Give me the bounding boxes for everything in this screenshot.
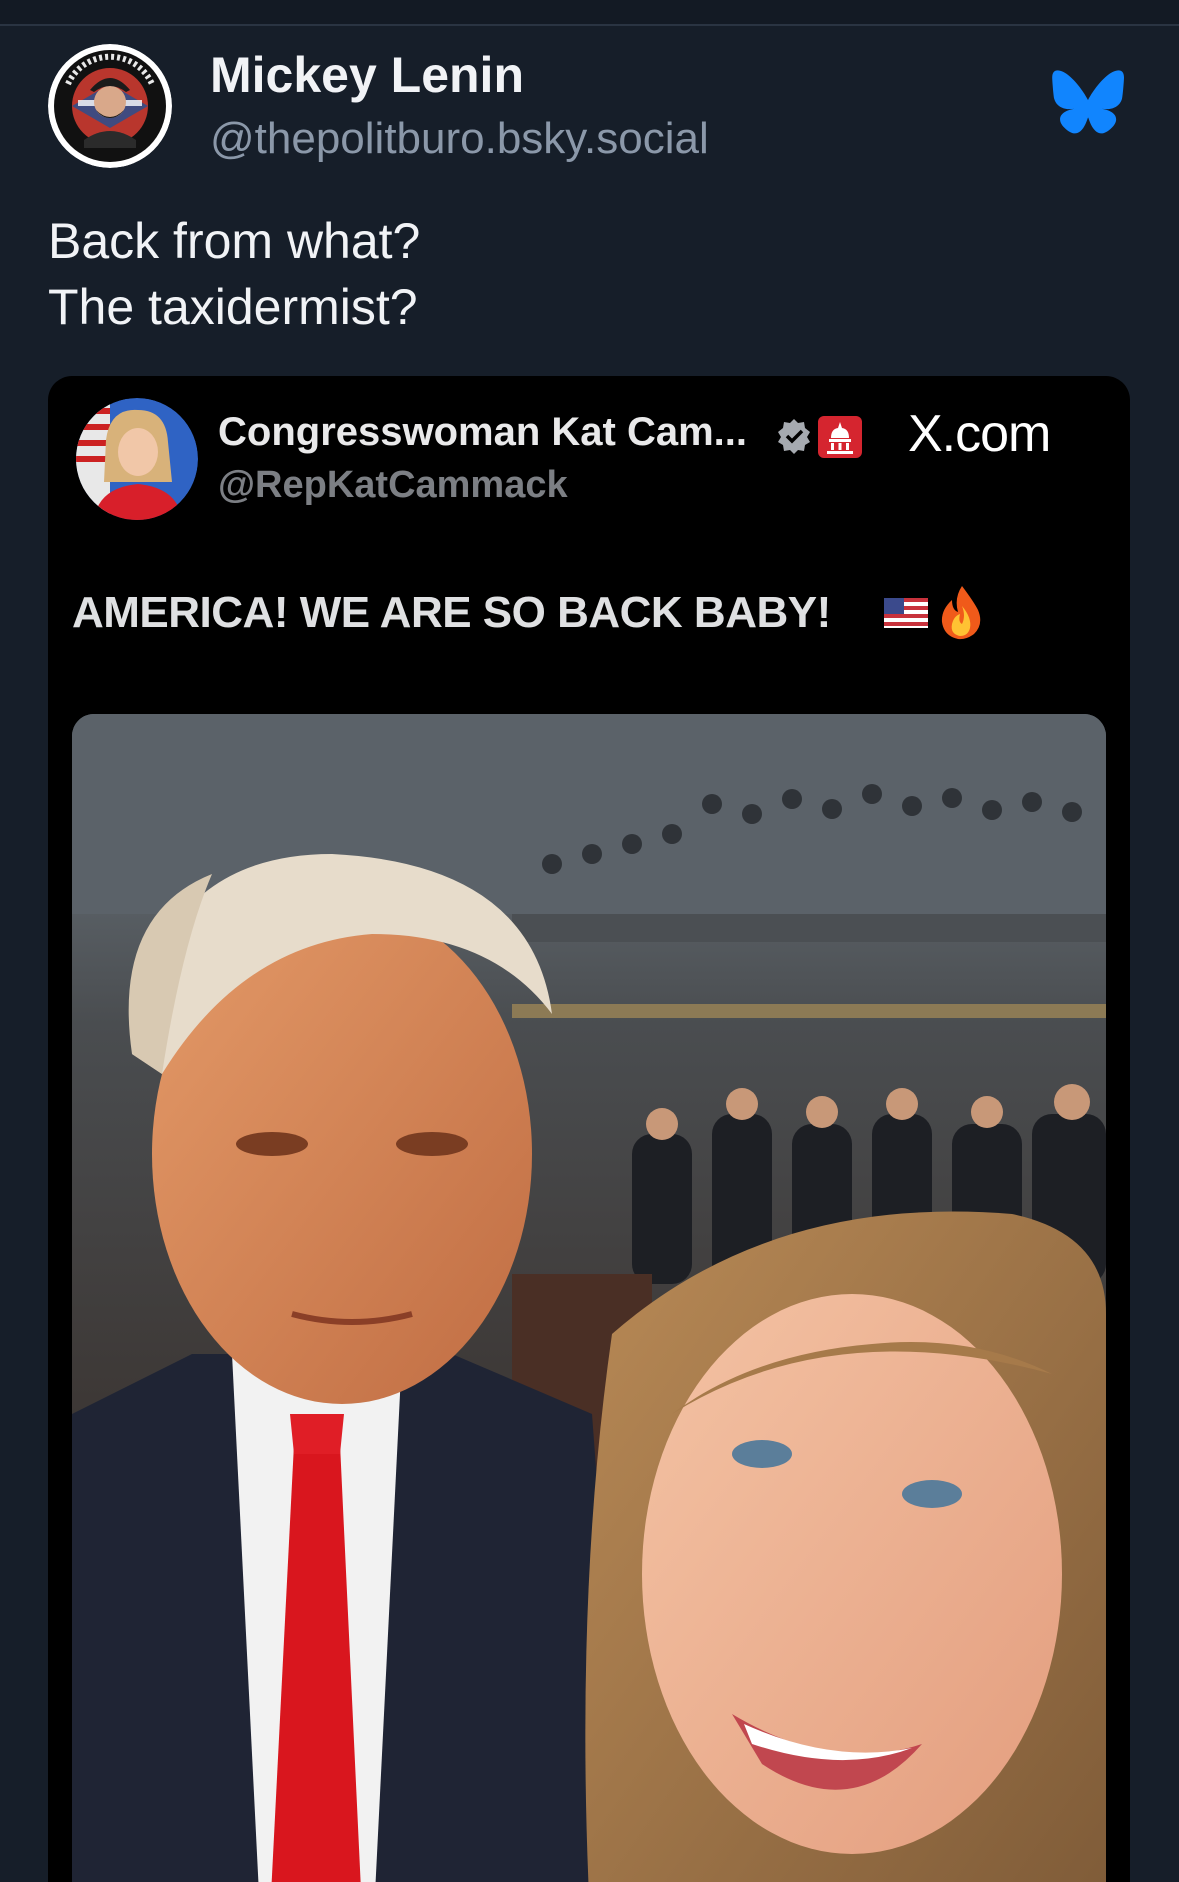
selfie-photo[interactable]: [72, 714, 1106, 1882]
avatar-image: [48, 44, 172, 168]
verified-badge-icon: [776, 418, 812, 454]
post-text: Back from what? The taxidermist?: [48, 208, 420, 340]
post-text-line-2: The taxidermist?: [48, 279, 418, 335]
author-name[interactable]: Mickey Lenin: [210, 46, 524, 104]
source-label: X.com: [908, 405, 1051, 463]
embed-author-name: Congresswoman Kat Cam...: [218, 410, 748, 454]
embed-post-text: AMERICA! WE ARE SO BACK BABY!: [72, 588, 831, 637]
embedded-screenshot[interactable]: Congresswoman Kat Cam... X.com @RepKatCa…: [48, 376, 1130, 1882]
post-text-line-1: Back from what?: [48, 213, 421, 269]
bluesky-post-view: Mickey Lenin @thepolitburo.bsky.social B…: [0, 0, 1179, 1882]
embed-author-avatar: [76, 398, 198, 520]
author-handle[interactable]: @thepolitburo.bsky.social: [210, 114, 709, 164]
top-divider: [0, 0, 1179, 26]
embed-author-handle: @RepKatCammack: [218, 464, 568, 506]
bluesky-butterfly-icon[interactable]: [1052, 70, 1124, 136]
fire-emoji: [938, 584, 986, 640]
government-capitol-badge-icon: [818, 416, 862, 458]
author-avatar[interactable]: [48, 44, 172, 168]
us-flag-emoji: [884, 598, 928, 628]
